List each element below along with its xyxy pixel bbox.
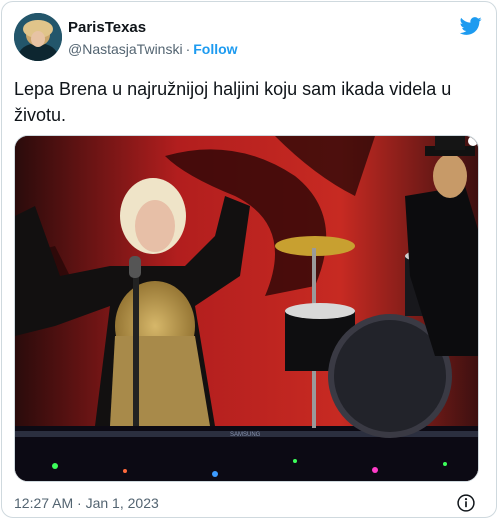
stage-brand-text: SAMSUNG bbox=[230, 432, 261, 438]
tweet-card[interactable]: ParisTexas @NastasjaTwinski · Follow Lepa … bbox=[1, 1, 497, 518]
follow-button[interactable]: Follow bbox=[193, 41, 237, 57]
tweet-text: Lepa Brena u najružnijoj haljini koju sa… bbox=[14, 79, 452, 125]
twitter-bird-icon[interactable] bbox=[458, 15, 484, 37]
handle-row: @NastasjaTwinski · Follow bbox=[68, 39, 238, 59]
tweet-photo[interactable]: SAMSUNG bbox=[14, 135, 479, 482]
tweet-footer: 12:27 AM · Jan 1, 2023 bbox=[14, 492, 484, 514]
author-info: ParisTexas @NastasjaTwinski · Follow bbox=[68, 19, 238, 59]
display-name[interactable]: ParisTexas bbox=[68, 19, 238, 37]
tweet-header: ParisTexas @NastasjaTwinski · Follow bbox=[14, 13, 484, 63]
concert-photo: SAMSUNG bbox=[15, 136, 478, 481]
separator: · bbox=[185, 41, 191, 57]
handle[interactable]: @NastasjaTwinski bbox=[68, 41, 183, 57]
timestamp-link[interactable]: 12:27 AM · Jan 1, 2023 bbox=[14, 495, 159, 511]
avatar[interactable] bbox=[14, 13, 62, 61]
info-icon[interactable] bbox=[456, 493, 476, 513]
